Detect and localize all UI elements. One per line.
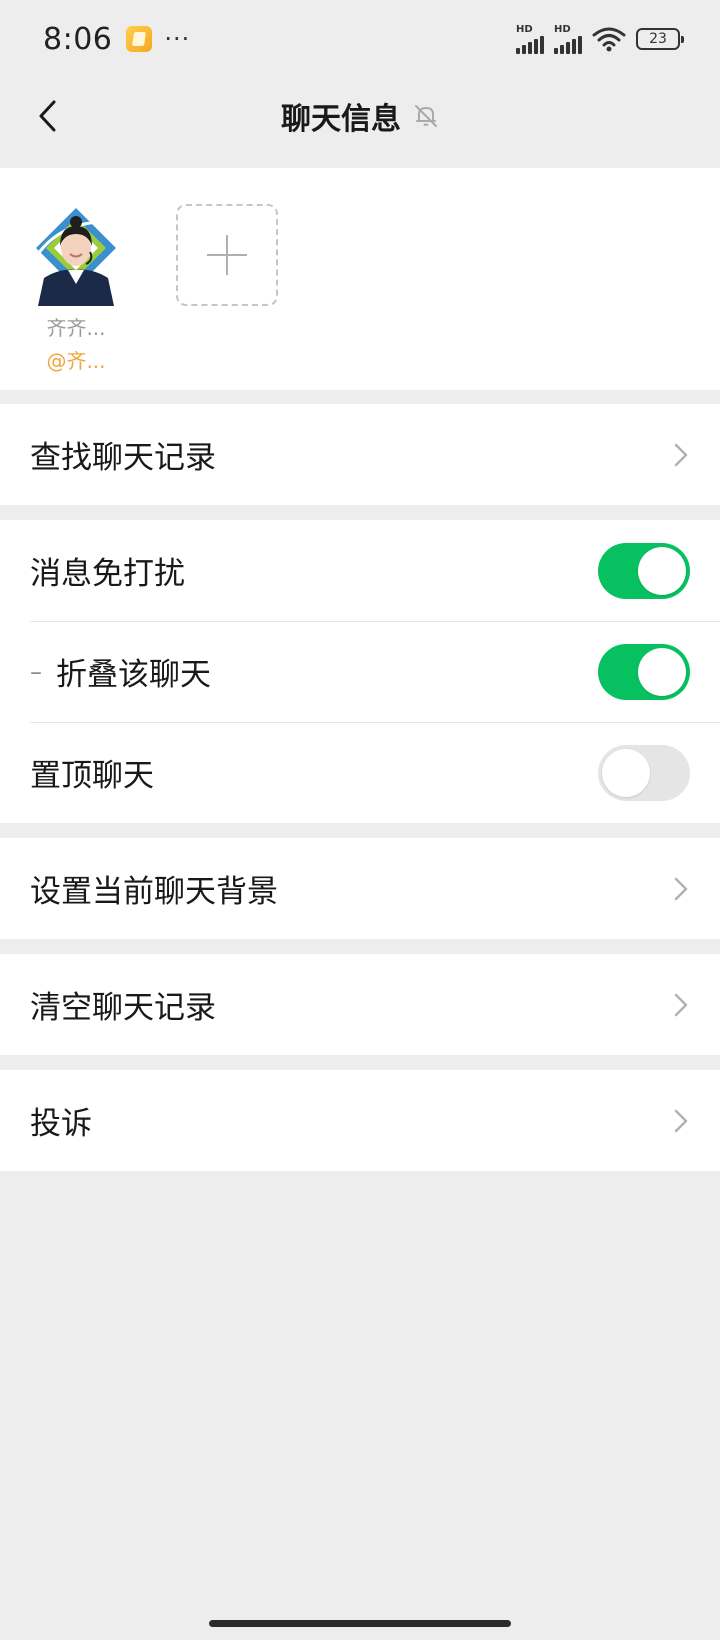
- row-label: 折叠该聊天: [56, 657, 211, 693]
- status-bar: 8:06 ··· HD HD 23: [0, 0, 720, 78]
- set-chat-background-row[interactable]: 设置当前聊天背景: [0, 838, 720, 939]
- member-name: 齐齐...: [46, 316, 106, 340]
- battery-level: 23: [649, 31, 667, 47]
- settings-section: 消息免打扰 – 折叠该聊天 置顶聊天: [0, 520, 720, 823]
- complain-row[interactable]: 投诉: [0, 1070, 720, 1171]
- avatar[interactable]: [30, 204, 122, 306]
- mute-notifications-toggle[interactable]: [598, 542, 690, 599]
- status-time: 8:06: [43, 21, 113, 57]
- row-label: 置顶聊天: [30, 758, 154, 794]
- member-item[interactable]: 齐齐... @齐...: [30, 204, 122, 374]
- chevron-right-icon: [674, 1109, 688, 1132]
- search-section: 查找聊天记录: [0, 404, 720, 505]
- wifi-icon: [592, 27, 626, 52]
- hd-label: HD: [516, 23, 533, 35]
- home-indicator[interactable]: [209, 1620, 511, 1627]
- fold-chat-row: – 折叠该聊天: [0, 621, 720, 722]
- chevron-right-icon: [674, 443, 688, 466]
- notes-app-icon: [126, 26, 153, 52]
- row-label: 查找聊天记录: [30, 440, 216, 476]
- cellular-signal-icon: HD: [516, 23, 544, 54]
- members-section: 齐齐... @齐...: [0, 168, 720, 390]
- customer-service-avatar: [30, 204, 122, 306]
- pin-chat-toggle[interactable]: [598, 744, 690, 801]
- chevron-right-icon: [674, 877, 688, 900]
- clear-section: 清空聊天记录: [0, 954, 720, 1055]
- sub-item-dash: –: [30, 657, 42, 686]
- row-label: 清空聊天记录: [30, 990, 216, 1026]
- clear-chat-history-row[interactable]: 清空聊天记录: [0, 954, 720, 1055]
- battery-icon: 23: [636, 28, 684, 50]
- row-label: 消息免打扰: [30, 556, 185, 592]
- back-chevron-icon: [39, 100, 56, 132]
- mute-notifications-row: 消息免打扰: [0, 520, 720, 621]
- member-mention: @齐...: [46, 349, 106, 373]
- status-indicators: HD HD 23: [516, 23, 684, 54]
- plus-icon: [207, 235, 247, 275]
- search-chat-history-row[interactable]: 查找聊天记录: [0, 404, 720, 505]
- back-button[interactable]: [22, 90, 72, 142]
- pin-chat-row: 置顶聊天: [0, 722, 720, 823]
- more-notifications-icon: ···: [164, 25, 191, 53]
- page-title: 聊天信息: [281, 102, 401, 137]
- chevron-right-icon: [674, 993, 688, 1016]
- row-label: 投诉: [30, 1106, 92, 1142]
- nav-bar: 聊天信息: [0, 78, 720, 154]
- background-section: 设置当前聊天背景: [0, 838, 720, 939]
- hd-label: HD: [554, 23, 571, 35]
- bell-muted-icon: [415, 105, 437, 127]
- complain-section: 投诉: [0, 1070, 720, 1171]
- cellular-signal-icon-2: HD: [554, 23, 582, 54]
- row-label: 设置当前聊天背景: [30, 874, 278, 910]
- fold-chat-toggle[interactable]: [598, 643, 690, 700]
- add-member-button[interactable]: [176, 204, 278, 306]
